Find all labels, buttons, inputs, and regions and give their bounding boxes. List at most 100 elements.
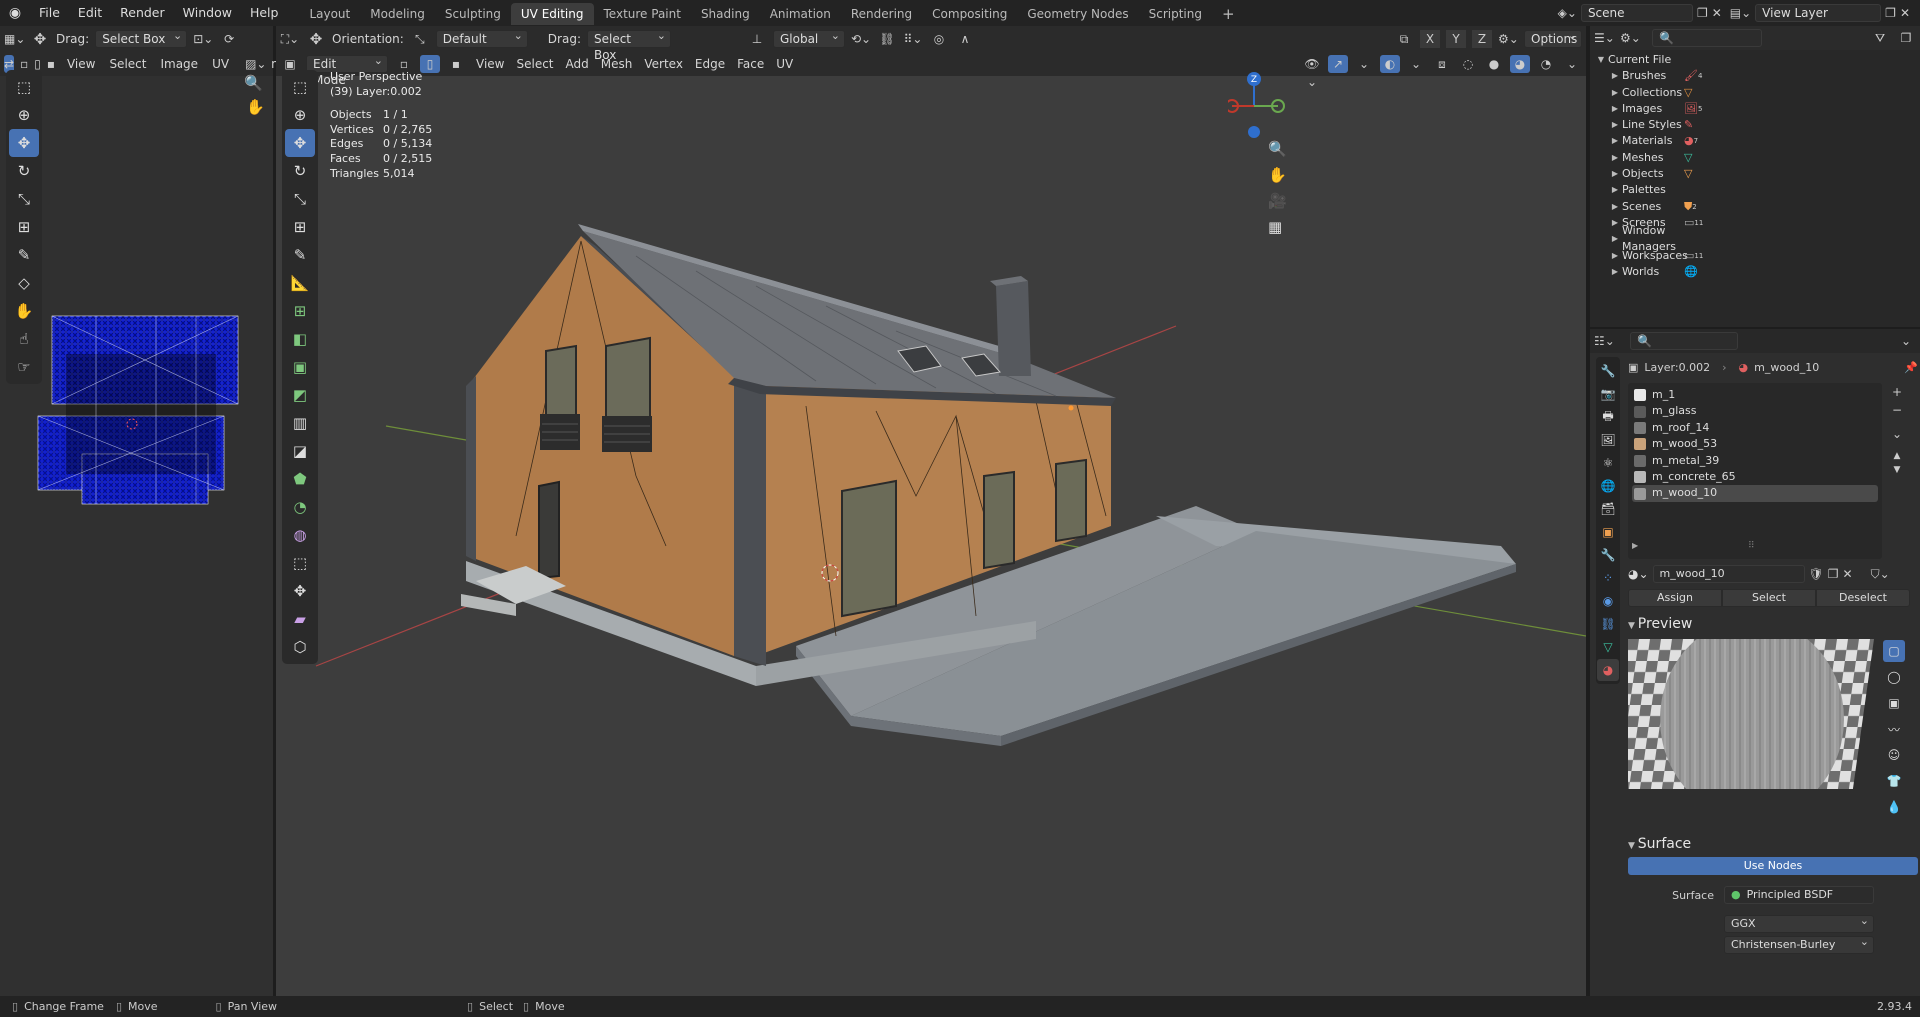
viewport-menu-add[interactable]: Add xyxy=(566,57,589,71)
editor-type-icon[interactable]: ▦⌄ xyxy=(4,30,25,48)
material-link-icon[interactable]: ⛉⌄ xyxy=(1871,567,1890,582)
options-dropdown[interactable]: Options xyxy=(1524,28,1582,48)
shading-dropdown-icon[interactable]: ⌄ xyxy=(1562,55,1582,73)
vp-poly-build-tool-icon[interactable]: ⬟ xyxy=(285,465,315,493)
vp-smooth-tool-icon[interactable]: ◍ xyxy=(285,521,315,549)
vp-ortho-grid-icon[interactable]: ▦ xyxy=(1268,218,1282,236)
outliner-item[interactable]: ▶ Materials ◕ 7 xyxy=(1594,133,1920,149)
slot-expand-icon[interactable]: ▶ xyxy=(1632,541,1638,550)
move-tool-button[interactable]: ✥ xyxy=(9,129,39,157)
delete-view-layer-icon[interactable]: ✕ xyxy=(1900,6,1910,20)
proportional-edit-icon[interactable]: ◎ xyxy=(929,30,949,48)
transform-orientation-select[interactable]: Global xyxy=(772,28,845,48)
remove-slot-icon[interactable]: − xyxy=(1892,403,1902,417)
expand-arrow-icon[interactable]: ▶ xyxy=(1608,248,1622,264)
modifier-tab-icon[interactable]: 🔧 xyxy=(1597,544,1619,566)
material-slot[interactable]: m_wood_53 xyxy=(1628,436,1882,452)
navigation-gizmo[interactable]: Z xyxy=(1228,70,1288,140)
tab-shading[interactable]: Shading xyxy=(691,3,760,25)
outliner-item[interactable]: ▶ Meshes ▽ xyxy=(1594,150,1920,166)
vp-shrink-tool-icon[interactable]: ✥ xyxy=(285,577,315,605)
expand-arrow-icon[interactable]: ▶ xyxy=(1608,68,1622,84)
preview-section-header[interactable]: ▼ Preview xyxy=(1620,613,1918,635)
tab-texture-paint[interactable]: Texture Paint xyxy=(594,3,691,25)
pan-hand-icon[interactable]: ✋ xyxy=(246,98,265,116)
viewport-menu-edge[interactable]: Edge xyxy=(695,57,725,71)
viewport-menu-vertex[interactable]: Vertex xyxy=(644,57,683,71)
vp-inset-tool-icon[interactable]: ▣ xyxy=(285,353,315,381)
preview-plane-icon[interactable]: ▢ xyxy=(1883,640,1905,662)
outliner-root[interactable]: ▼ Current File xyxy=(1594,52,1920,68)
solid-shading-icon[interactable]: ● xyxy=(1484,55,1504,73)
tool-tab-icon[interactable]: 🔧 xyxy=(1597,360,1619,382)
outliner-editor-type-icon[interactable]: ☰⌄ xyxy=(1594,29,1615,47)
move-slot-up-icon[interactable]: ▲ xyxy=(1894,451,1901,461)
vp-select-box-tool-icon[interactable]: ⬚ xyxy=(285,73,315,101)
overlay-dropdown-icon[interactable]: ⌄ xyxy=(1406,55,1426,73)
outliner-item[interactable]: ▶ Collections ▽ xyxy=(1594,85,1920,101)
face-mode-icon[interactable]: ▪ xyxy=(446,55,466,73)
vp-loop-cut-tool-icon[interactable]: ▥ xyxy=(285,409,315,437)
viewport-canvas[interactable] xyxy=(276,76,1586,996)
select-box-tool-icon[interactable]: ⬚ xyxy=(9,73,39,101)
vp-pan-icon[interactable]: ✋ xyxy=(1268,166,1287,184)
uv-islands-canvas[interactable] xyxy=(36,314,242,510)
render-shading-icon[interactable]: ◔ xyxy=(1536,55,1556,73)
preview-cube-icon[interactable]: ▣ xyxy=(1883,692,1905,714)
tab-sculpting[interactable]: Sculpting xyxy=(435,3,511,25)
outliner-new-icon[interactable]: ❐ xyxy=(1896,29,1916,47)
outliner-item[interactable]: ▶ Images 🖼 5 xyxy=(1594,101,1920,117)
expand-arrow-icon[interactable]: ▶ xyxy=(1608,117,1622,133)
preview-hair-icon[interactable]: 〰 xyxy=(1883,718,1905,740)
outliner-item[interactable]: ▶ Workspaces ▭ 11 xyxy=(1594,248,1920,264)
properties-editor-type-icon[interactable]: ☷⌄ xyxy=(1594,332,1615,350)
uv-drag-select[interactable]: Select Box xyxy=(95,28,188,48)
menu-help[interactable]: Help xyxy=(241,0,288,26)
expand-arrow-icon[interactable]: ▶ xyxy=(1608,199,1622,215)
output-tab-icon[interactable]: 🖶 xyxy=(1597,406,1619,428)
vp-zoom-icon[interactable]: 🔍 xyxy=(1268,140,1287,158)
wrench-icon[interactable]: ⚙⌄ xyxy=(1498,30,1519,48)
proportional-falloff-icon[interactable]: ∧ xyxy=(955,30,975,48)
outliner-display-mode-icon[interactable]: ⚙⌄ xyxy=(1620,29,1641,47)
collection-tab-icon[interactable]: 🗃 xyxy=(1597,498,1619,520)
tab-compositing[interactable]: Compositing xyxy=(922,3,1017,25)
zoom-icon[interactable]: 🔍 xyxy=(244,74,263,92)
scene-icon[interactable]: ◈⌄ xyxy=(1558,6,1577,20)
rip-tool-icon[interactable]: ◇ xyxy=(9,269,39,297)
expand-arrow-icon[interactable]: ▶ xyxy=(1608,150,1622,166)
overlay-toggle-icon[interactable]: ◐ xyxy=(1380,55,1400,73)
outliner-search-input[interactable]: 🔍 xyxy=(1652,29,1762,47)
wireframe-shading-icon[interactable]: ◌ xyxy=(1458,55,1478,73)
outliner-filter-icon[interactable]: ⛛ xyxy=(1870,29,1890,47)
properties-search-input[interactable]: 🔍 xyxy=(1630,332,1738,350)
expand-arrow-icon[interactable]: ▶ xyxy=(1608,182,1622,198)
vp-cursor-tool-icon[interactable]: ⊕ xyxy=(285,101,315,129)
tab-layout[interactable]: Layout xyxy=(299,3,360,25)
unlink-material-icon[interactable]: ✕ xyxy=(1843,567,1853,581)
world-tab-icon[interactable]: 🌐 xyxy=(1597,475,1619,497)
tab-geometry-nodes[interactable]: Geometry Nodes xyxy=(1017,3,1138,25)
grab-tool-icon[interactable]: ✋ xyxy=(9,297,39,325)
annotate-tool-icon[interactable]: ✎ xyxy=(9,241,39,269)
expand-arrow-icon[interactable]: ▶ xyxy=(1608,166,1622,182)
outliner-item[interactable]: ▶ Worlds 🌐 xyxy=(1594,264,1920,280)
viewport-menu-select[interactable]: Select xyxy=(516,57,553,71)
outliner-item[interactable]: ▶ Line Styles ✎ xyxy=(1594,117,1920,133)
menu-window[interactable]: Window xyxy=(174,0,241,26)
visibility-icon[interactable]: 👁⌄ xyxy=(1302,55,1322,89)
material-shading-icon[interactable]: ◕ xyxy=(1510,55,1530,73)
mirror-icon[interactable]: ⧉ xyxy=(1394,30,1414,48)
distribution-select[interactable]: GGX xyxy=(1724,913,1874,933)
transform-tool-icon[interactable]: ⊞ xyxy=(9,213,39,241)
add-workspace-button[interactable]: + xyxy=(1212,3,1245,25)
axis-y-toggle[interactable]: Y xyxy=(1446,30,1466,48)
axis-x-toggle[interactable]: X xyxy=(1420,30,1440,48)
outliner-item[interactable]: ▶ Window Managers xyxy=(1594,224,1920,253)
deselect-button[interactable]: Deselect xyxy=(1816,589,1910,607)
tab-animation[interactable]: Animation xyxy=(760,3,841,25)
vp-rip-tool-icon[interactable]: ⬡ xyxy=(285,633,315,661)
menu-edit[interactable]: Edit xyxy=(69,0,111,26)
fake-user-icon[interactable]: 🛡 xyxy=(1809,567,1824,581)
relax-tool-icon[interactable]: ☝ xyxy=(9,325,39,353)
